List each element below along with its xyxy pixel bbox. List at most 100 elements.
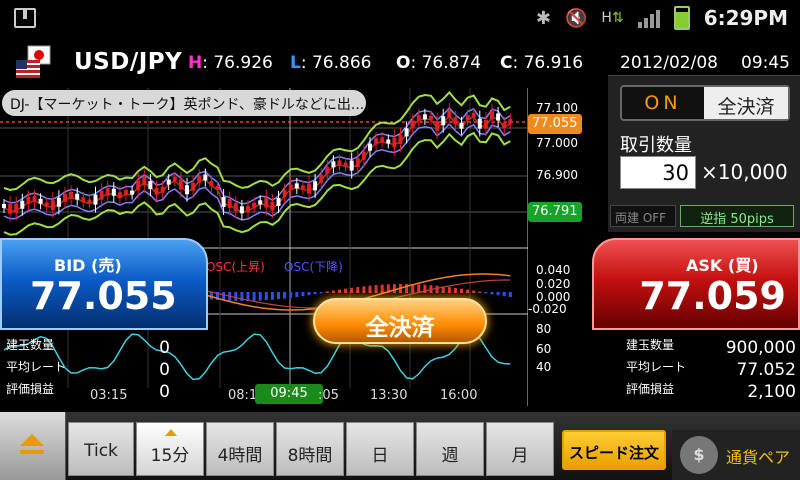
tab-15min[interactable]: 15分 [136,422,204,476]
signal-icon [637,8,660,28]
candle-body [136,180,141,191]
candle-body [502,122,507,129]
eject-icon[interactable] [0,412,66,480]
candle-body [368,143,372,151]
osc-bar [466,289,470,293]
marker-price-tag: 76.791 [528,202,582,222]
candle-body [81,197,86,203]
candle-body [453,117,458,125]
quantity-unit: ×10,000 [701,160,788,184]
tab-8hour[interactable]: 8時間 [276,422,344,476]
candle-body [38,198,43,204]
candle-body [300,185,305,190]
osc-bar [490,292,494,295]
candle-body [26,197,31,205]
price-axis-label: 77.100 [536,101,578,115]
osc-bar [319,292,323,294]
osc-bar [277,292,280,300]
usd-jpy-flag-icon [16,45,51,78]
candle-body [398,135,403,145]
osc-bar [270,292,274,300]
tab-day[interactable]: 日 [346,422,414,476]
close-all-toggle[interactable]: ON 全決済 [620,85,790,121]
candle-body [32,196,37,203]
candle-body [508,119,513,125]
candle-body [282,190,287,198]
candle-body [130,190,135,195]
candle-body [386,139,391,144]
time-axis-label: 03:15 [90,388,128,403]
osc-bar [313,292,317,295]
tab-month[interactable]: 月 [486,422,554,476]
tab-tick[interactable]: Tick [68,422,134,476]
tab-week[interactable]: 週 [416,422,484,476]
bid-stat-label: 平均レート [6,360,67,374]
osc-bar [478,291,482,293]
candle-body [2,204,6,208]
ask-average-rate: 77.052 [736,360,796,380]
ask-unrealized-pl: 2,100 [747,382,796,402]
candle-body [227,198,232,208]
osc-bar [264,292,268,301]
candle-body [124,190,128,196]
quantity-input[interactable]: 30 [620,156,696,189]
candle-body [496,113,501,121]
ask-stat-label: 建玉数量 [626,338,675,352]
osc-bar [392,284,396,293]
high-quote: H: 76.926 [188,53,273,73]
candle-body [154,187,159,195]
news-ticker[interactable]: DJ-【マーケット・トーク】英ポンド、豪ドルなどに出... [2,90,366,116]
hedge-toggle[interactable]: 両建 OFF [610,205,676,227]
osc-bar [502,292,506,297]
osc-axis-label: 0.020 [536,277,571,291]
quantity-label: 取引数量 [620,135,692,156]
candle-body [410,120,415,128]
data-icon: H⇅ [601,10,624,26]
toggle-on-label[interactable]: ON [622,87,704,119]
candle-body [471,112,476,117]
bid-stat-label: 評価損益 [6,382,55,396]
status-icons: ✱ 🔇 H⇅ 6:29PM [536,6,788,30]
candle-body [361,151,366,160]
candle-body [99,190,104,200]
candle-body [258,200,263,205]
osc-bar [368,285,372,293]
candle-body [172,177,177,182]
candle-body [264,197,269,208]
open-quote: O: 76.874 [396,53,482,73]
candle-body [105,187,110,196]
ask-stats-labels: 建玉数量 平均レート 評価損益 [626,336,686,402]
osc-bar [380,284,384,293]
stop-order-setting[interactable]: 逆指 50pips [680,205,794,227]
close-all-button[interactable]: 全決済 [313,298,487,344]
bid-position-qty: 0 [159,338,170,358]
speed-order-button[interactable]: スピード注文 [562,430,666,470]
ask-title: ASK (買) [686,256,759,275]
osc-axis-label: -0.020 [528,302,567,316]
osc-bar [258,292,262,301]
osc-bar [484,292,488,294]
mute-icon: 🔇 [565,7,588,29]
candle-body [63,193,67,202]
price-axis-label: 76.900 [536,168,578,182]
bid-average-rate: 0 [159,360,170,380]
toggle-close-all-label[interactable]: 全決済 [704,87,788,119]
candle-body [447,110,452,119]
currency-pair-button-label: 通貨ペア [726,448,791,467]
candle-body [221,197,226,208]
candle-body [477,118,482,129]
bid-stats-labels: 建玉数量 平均レート 評価損益 [6,336,66,402]
ask-button[interactable]: ASK (買) 77.059 [592,238,800,330]
tab-4hour[interactable]: 4時間 [206,422,274,476]
candle-body [69,191,74,199]
status-bar: ✱ 🔇 H⇅ 6:29PM [0,0,800,38]
candle-body [276,198,281,207]
bid-button[interactable]: BID (売) 77.055 [0,238,208,330]
osc-bar [325,291,329,293]
candle-body [435,120,440,131]
ask-position-qty: 900,000 [725,338,796,358]
candle-body [252,202,257,208]
candle-body [307,183,311,194]
osc-bar [447,287,451,293]
candle-body [166,179,171,185]
